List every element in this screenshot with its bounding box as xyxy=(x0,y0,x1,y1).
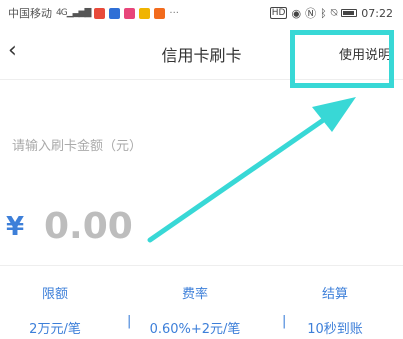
separator: | xyxy=(127,314,132,329)
settle-value: 10秒到账 xyxy=(307,322,363,337)
app-notification-icon xyxy=(94,7,106,19)
rate-label: 费率 xyxy=(181,287,208,302)
settle-label: 结算 xyxy=(321,287,348,302)
limit-value: 2万元/笔 xyxy=(29,322,81,337)
annotation-arrow-head xyxy=(312,97,356,132)
divider xyxy=(0,265,403,266)
app-notification-icon xyxy=(154,7,166,19)
nfc-icon: Ⓝ xyxy=(305,7,317,20)
mute-icon: ⍉ xyxy=(330,6,338,19)
status-bar: 中国移动 4G▁▃▅▇ ··· HD ◉ Ⓝ ᛒ ⍉ 07:22 xyxy=(0,0,403,26)
amount-input[interactable]: 0.00 xyxy=(44,206,133,247)
annotation-highlight-box xyxy=(290,30,394,88)
more-notifications-icon: ··· xyxy=(169,7,179,19)
status-right: HD ◉ Ⓝ ᛒ ⍉ 07:22 xyxy=(269,5,393,21)
app-notification-icon xyxy=(139,7,151,19)
currency-symbol: ¥ xyxy=(6,212,25,242)
annotation-arrow-shaft xyxy=(147,109,338,243)
limit-label: 限额 xyxy=(41,287,68,302)
clock: 07:22 xyxy=(361,6,393,20)
status-left: 中国移动 4G▁▃▅▇ ··· xyxy=(8,5,179,21)
settle-info: 结算 10秒到账 xyxy=(280,283,390,337)
eye-icon: ◉ xyxy=(291,6,302,20)
app-notification-icon xyxy=(109,7,121,19)
rate-value: 0.60%+2元/笔 xyxy=(149,322,241,337)
app-notification-icon xyxy=(124,7,136,19)
carrier-name: 中国移动 xyxy=(8,7,52,20)
rate-info: 费率 0.60%+2元/笔 xyxy=(140,283,250,337)
battery-icon xyxy=(341,9,358,17)
bluetooth-icon: ᛒ xyxy=(320,6,327,20)
hd-icon: HD xyxy=(269,7,288,19)
limit-info: 限额 2万元/笔 xyxy=(10,283,100,337)
signal-icon: 4G▁▃▅▇ xyxy=(56,8,91,18)
amount-input-label: 请输入刷卡金额（元） xyxy=(12,139,143,154)
